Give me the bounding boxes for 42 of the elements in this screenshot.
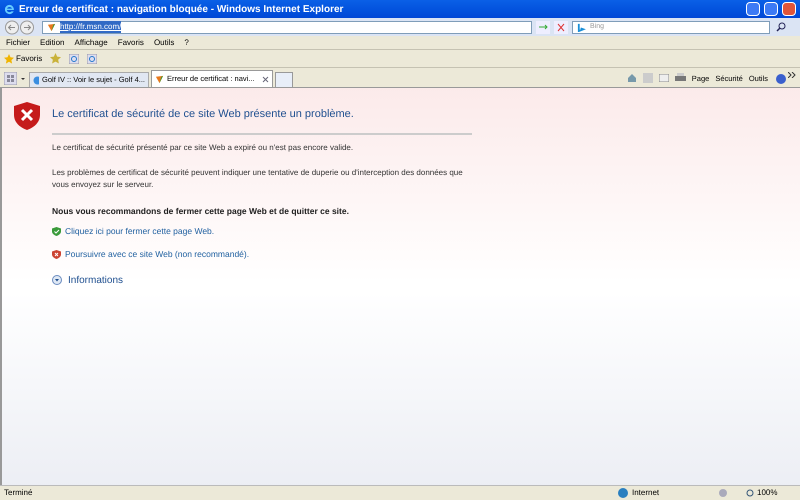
bing-logo-icon — [577, 22, 586, 32]
window-title: Erreur de certificat : navigation bloquée - Windows Internet Explorer — [19, 2, 344, 16]
home-icon[interactable] — [626, 73, 637, 84]
more-information-link[interactable]: Informations — [52, 272, 472, 288]
menu-item[interactable]: ? — [184, 36, 189, 48]
address-field[interactable]: http://fr.msn.com/ — [42, 20, 532, 34]
menu-item[interactable]: Edition — [40, 36, 64, 48]
refresh-icon[interactable] — [536, 20, 550, 34]
favorites-button[interactable]: Favoris — [4, 52, 42, 64]
close-tab-icon[interactable] — [262, 76, 269, 82]
menu-item[interactable]: Outils — [154, 36, 174, 48]
security-zone: Internet — [618, 487, 718, 499]
shield-error-icon — [14, 102, 40, 130]
description-text: Le certificat de sécurité présenté par ce site Web a expiré ou n'est pas encore valide. — [52, 142, 354, 154]
menu-item[interactable]: Affichage — [74, 36, 108, 48]
status-text: Terminé — [4, 487, 34, 499]
printer-icon[interactable] — [674, 73, 686, 84]
menu-item[interactable]: Favoris — [118, 36, 144, 48]
site-logo-icon — [47, 22, 56, 32]
description-text: Les problèmes de certificat de sécurité peuvent indiquer une tentative de duperie ou d'interception des données que vous envoyez sur le serveur. — [52, 166, 464, 190]
expand-icon — [52, 275, 62, 286]
help-icon[interactable] — [776, 74, 786, 84]
stop-icon[interactable] — [554, 20, 568, 34]
zoom-control[interactable]: 100% — [746, 487, 796, 499]
shield-check-icon — [52, 227, 61, 236]
minimize-button[interactable] — [746, 2, 760, 16]
shield-error-icon — [52, 250, 61, 259]
error-heading: Le certificat de sécurité de ce site Web présente un problème. — [52, 106, 472, 134]
new-tab-button[interactable] — [275, 72, 293, 87]
magnifier-icon — [746, 488, 755, 498]
menu-item[interactable]: Fichier — [6, 36, 30, 48]
close-button[interactable] — [782, 2, 796, 16]
mail-icon[interactable] — [658, 74, 669, 82]
recommendation-text: Nous vous recommandons de fermer cette page Web et de quitter ce site. — [52, 204, 350, 218]
web-slice-icon[interactable] — [87, 54, 98, 64]
star-icon — [4, 54, 14, 64]
site-logo-icon — [155, 74, 164, 84]
action-link[interactable]: Cliquez ici pour fermer cette page Web. — [65, 225, 214, 238]
web-slice-icon[interactable] — [69, 54, 80, 64]
maximize-button[interactable] — [764, 2, 778, 16]
globe-icon — [618, 488, 628, 498]
action-link[interactable]: Poursuivre avec ce site Web (non recommandé). — [65, 248, 250, 261]
